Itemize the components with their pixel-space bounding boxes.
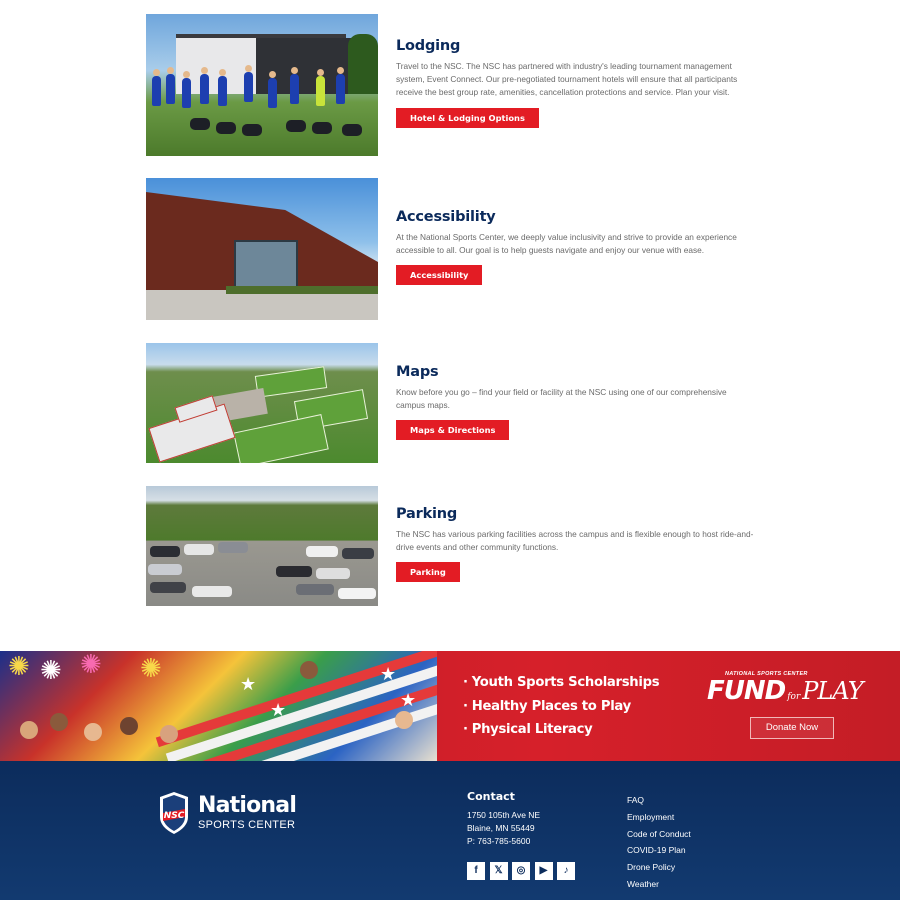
- fund-for-play-banner: ✺ ✺ ✺ ✺ ★ ★ ★ ★ · Youth Sports Scholarshi…: [0, 651, 900, 761]
- list-item: · Physical Literacy: [463, 722, 593, 737]
- maps-directions-button[interactable]: Maps & Directions: [396, 420, 510, 441]
- site-footer: NSC National SPORTS CENTER Contact 1750 …: [0, 761, 900, 900]
- tree: [348, 34, 378, 94]
- benefits-list: · Youth Sports Scholarships · Healthy Plac…: [463, 671, 660, 742]
- address-line-2: Blaine, MN 55449: [467, 822, 535, 833]
- link-code-of-conduct[interactable]: Code of Conduct: [627, 826, 691, 843]
- facebook-icon[interactable]: f: [467, 862, 485, 880]
- parking-section: Parking The NSC has various parking faci…: [396, 506, 756, 583]
- contact-block: Contact 1750 105th Ave NE Blaine, MN 554…: [467, 790, 540, 847]
- accessibility-section: Accessibility At the National Sports Cen…: [396, 209, 756, 286]
- phone[interactable]: P: 763-785-5600: [467, 835, 540, 848]
- section-body: Know before you go – find your field or …: [396, 387, 727, 411]
- donate-now-button[interactable]: Donate Now: [750, 717, 834, 739]
- maps-section: Maps Know before you go – find your fiel…: [396, 364, 756, 441]
- mural-illustration: ✺ ✺ ✺ ✺ ★ ★ ★ ★: [0, 651, 437, 761]
- accessibility-button[interactable]: Accessibility: [396, 265, 483, 286]
- maps-aerial-photo: [146, 343, 378, 463]
- section-title: Lodging: [396, 38, 461, 54]
- link-weather[interactable]: Weather: [627, 876, 691, 893]
- parking-photo: [146, 486, 378, 606]
- list-item: · Healthy Places to Play: [463, 698, 631, 714]
- list-item: · Youth Sports Scholarships: [463, 675, 660, 690]
- section-title: Parking: [396, 506, 458, 522]
- landscaping: [226, 286, 378, 294]
- address-line-1: 1750 105th Ave NE: [467, 810, 541, 820]
- link-faq[interactable]: FAQ: [627, 792, 691, 809]
- lodging-section: Lodging Travel to the NSC. The NSC has p…: [396, 38, 756, 128]
- section-title: Maps: [396, 364, 439, 380]
- svg-text:NSC: NSC: [164, 811, 185, 821]
- link-employment[interactable]: Employment: [627, 809, 691, 826]
- tiktok-icon[interactable]: ♪: [557, 862, 575, 880]
- section-body: At the National Sports Center, we deeply…: [396, 232, 737, 256]
- link-drone-policy[interactable]: Drone Policy: [627, 859, 691, 876]
- contact-title: Contact: [467, 790, 515, 803]
- section-body: Travel to the NSC. The NSC has partnered…: [396, 61, 738, 98]
- nsc-shield-icon: NSC: [160, 792, 188, 834]
- x-icon[interactable]: 𝕏: [489, 862, 508, 880]
- parking-button[interactable]: Parking: [396, 562, 460, 583]
- section-body: The NSC has various parking facilities a…: [396, 529, 754, 553]
- glass-entrance: [234, 240, 298, 292]
- fund-for-play-logo: NATIONAL SPORTS CENTER FUND forPLAY: [707, 671, 864, 706]
- link-covid-plan[interactable]: COVID-19 Plan: [627, 842, 691, 859]
- footer-links: FAQ Employment Code of Conduct COVID-19 …: [627, 792, 691, 893]
- nsc-logo[interactable]: NSC National SPORTS CENTER: [158, 791, 328, 839]
- instagram-icon[interactable]: ◎: [512, 862, 530, 880]
- section-title: Accessibility: [396, 209, 496, 225]
- sidewalk: [146, 290, 378, 320]
- hotel-lodging-button[interactable]: Hotel & Lodging Options: [396, 107, 539, 128]
- accessibility-photo: [146, 178, 378, 320]
- lodging-photo: [146, 14, 378, 156]
- youtube-icon[interactable]: ▶: [534, 862, 553, 880]
- social-links: f 𝕏 ◎ ▶ ♪: [467, 862, 575, 880]
